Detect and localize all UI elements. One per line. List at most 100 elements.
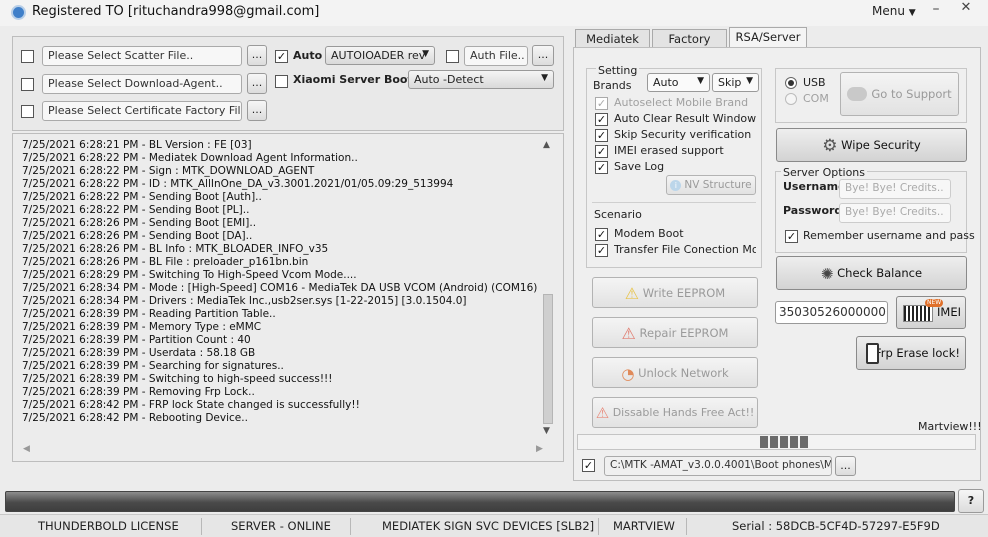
status-separator [201, 518, 202, 535]
remember-checkbox[interactable]: ✓ [785, 230, 798, 243]
status-separator [686, 518, 687, 535]
app-icon [11, 5, 26, 20]
hazard-icon: ⚠ [595, 404, 610, 422]
skip-security-checkbox[interactable]: ✓ [595, 129, 608, 142]
help-button[interactable]: ? [958, 489, 984, 513]
transfer-file-checkbox[interactable]: ✓ [595, 244, 608, 257]
status-separator [598, 518, 599, 535]
status-server: SERVER - ONLINE [231, 519, 331, 533]
log-line: 7/25/2021 6:28:34 PM - Mode : [High-Spee… [22, 282, 537, 294]
save-log-checkbox[interactable]: ✓ [595, 161, 608, 174]
com-radio[interactable] [785, 93, 797, 105]
download-agent-browse-button[interactable]: ... [247, 73, 267, 94]
auth-file-input[interactable]: Auth File.. [464, 46, 528, 66]
repair-eeprom-label: Repair EEPROM [639, 326, 729, 340]
network-icon: ◔ [621, 365, 635, 383]
download-agent-checkbox[interactable] [21, 78, 34, 91]
log-line: 7/25/2021 6:28:26 PM - Sending Boot [EMI… [22, 217, 257, 229]
wipe-security-label: Wipe Security [841, 138, 921, 152]
log-output[interactable]: 7/25/2021 6:28:21 PM - BL Version : FE [… [12, 133, 564, 462]
brand-select[interactable]: Auto ▼ [647, 73, 710, 92]
modem-boot-checkbox[interactable]: ✓ [595, 228, 608, 241]
tab-factory[interactable]: Factory [652, 29, 727, 48]
imei-button-label: IMEI [937, 305, 961, 319]
info-icon: i [670, 180, 682, 191]
auto-label: Auto [293, 49, 323, 62]
certificate-browse-button[interactable]: ... [247, 100, 267, 121]
xiaomi-checkbox[interactable] [275, 75, 288, 88]
auto-checkbox[interactable]: ✓ [275, 50, 288, 63]
scroll-right-icon[interactable]: ▶ [536, 444, 543, 454]
wipe-security-button[interactable]: ⚙ Wipe Security [776, 128, 967, 162]
usb-radio[interactable] [785, 77, 797, 89]
status-separator [350, 518, 351, 535]
log-scroll-thumb[interactable] [543, 294, 553, 424]
scatter-checkbox[interactable] [21, 50, 34, 63]
auth-browse-button[interactable]: ... [532, 45, 554, 66]
scatter-file-input[interactable]: Please Select Scatter File.. [42, 46, 242, 66]
unlock-network-button[interactable]: ◔ Unlock Network [592, 357, 758, 388]
detect-select[interactable]: Auto -Detect ▼ [408, 70, 554, 89]
log-line: 7/25/2021 6:28:21 PM - BL Version : FE [… [22, 139, 252, 151]
password-input[interactable]: Bye! Bye! Credits.. [839, 203, 951, 223]
brand-value: Auto [653, 76, 679, 89]
path-checkbox[interactable]: ✓ [582, 459, 595, 472]
coins-icon: ✺ [820, 265, 834, 283]
settings-divider [592, 202, 756, 203]
chevron-down-icon: ▼ [746, 76, 753, 86]
status-bar: THUNDERBOLD LICENSE SERVER - ONLINE MEDI… [0, 514, 988, 537]
log-line: 7/25/2021 6:28:22 PM - Sending Boot [PL]… [22, 204, 250, 216]
menu-button[interactable]: Menu ▼ [872, 4, 916, 18]
alert-icon: ⚠ [621, 324, 636, 343]
write-eeprom-button[interactable]: ⚠ Write EEPROM [592, 277, 758, 308]
certificate-file-input[interactable]: Please Select Certificate Factory File.. [42, 101, 242, 121]
dissable-hands-free-label: Dissable Hands Free Act!! [612, 406, 755, 419]
server-options-title: Server Options [781, 166, 868, 179]
log-line: 7/25/2021 6:28:26 PM - BL Info : MTK_BLO… [22, 243, 329, 255]
autoselect-brand-checkbox[interactable]: ✓ [595, 97, 608, 110]
status-brand: MARTVIEW [613, 519, 675, 533]
log-line: 7/25/2021 6:28:22 PM - Mediatek Download… [22, 152, 358, 164]
go-to-support-button[interactable]: Go to Support [840, 72, 959, 116]
log-line: 7/25/2021 6:28:26 PM - BL File : preload… [22, 256, 309, 268]
repair-eeprom-button[interactable]: ⚠ Repair EEPROM [592, 317, 758, 348]
window-title: Registered TO [rituchandra998@gmail.com] [32, 4, 320, 19]
imei-erased-label: IMEI erased support [614, 144, 724, 157]
auth-checkbox[interactable] [446, 50, 459, 63]
scatter-browse-button[interactable]: ... [247, 45, 267, 66]
download-agent-input[interactable]: Please Select Download-Agent.. [42, 74, 242, 94]
close-button[interactable]: ✕ [952, 0, 980, 20]
imei-button[interactable]: NEW IMEI [896, 296, 966, 329]
log-line: 7/25/2021 6:28:39 PM - Reading Partition… [22, 308, 276, 320]
check-balance-button[interactable]: ✺ Check Balance [776, 256, 967, 290]
frp-erase-button[interactable]: Frp Erase lock! [856, 336, 966, 370]
go-to-support-label: Go to Support [871, 87, 952, 101]
scroll-up-icon[interactable]: ▲ [543, 140, 550, 150]
phone-icon [866, 343, 879, 364]
log-line: 7/25/2021 6:28:42 PM - Rebooting Device.… [22, 412, 248, 424]
auto-clear-checkbox[interactable]: ✓ [595, 113, 608, 126]
log-lines: 7/25/2021 6:28:21 PM - BL Version : FE [… [22, 139, 537, 429]
cloud-icon [847, 87, 868, 101]
dissable-hands-free-button[interactable]: ⚠ Dissable Hands Free Act!! [592, 397, 758, 428]
tab-mediatek[interactable]: Mediatek [575, 29, 650, 48]
scroll-left-icon[interactable]: ◀ [23, 444, 30, 454]
scroll-down-icon[interactable]: ▼ [543, 426, 550, 436]
certificate-checkbox[interactable] [21, 105, 34, 118]
minimize-button[interactable]: – [922, 1, 950, 21]
imei-erased-checkbox[interactable]: ✓ [595, 145, 608, 158]
skip-select[interactable]: Skip ▼ [712, 73, 759, 92]
boot-path-input[interactable]: C:\MTK -AMAT_v3.0.0.4001\Boot phones\MO [604, 456, 832, 476]
boot-path-browse-button[interactable]: ... [835, 456, 856, 476]
autoloader-value: AUTOIOADER rev [331, 49, 426, 62]
modem-boot-label: Modem Boot [614, 227, 684, 240]
nv-structure-button[interactable]: i NV Structure [666, 175, 756, 195]
status-license: THUNDERBOLD LICENSE [38, 519, 179, 533]
log-line: 7/25/2021 6:28:22 PM - ID : MTK_AllInOne… [22, 178, 454, 190]
autoloader-select[interactable]: AUTOIOADER rev ▼ [325, 46, 435, 65]
imei-input[interactable]: 350305260000001 [775, 301, 888, 324]
log-horizontal-scrollbar[interactable]: ◀ ▶ [21, 444, 557, 456]
tab-rsa-server[interactable]: RSA/Server [729, 27, 807, 48]
skip-security-label: Skip Security verification [614, 128, 752, 141]
username-input[interactable]: Bye! Bye! Credits.. [839, 179, 951, 199]
